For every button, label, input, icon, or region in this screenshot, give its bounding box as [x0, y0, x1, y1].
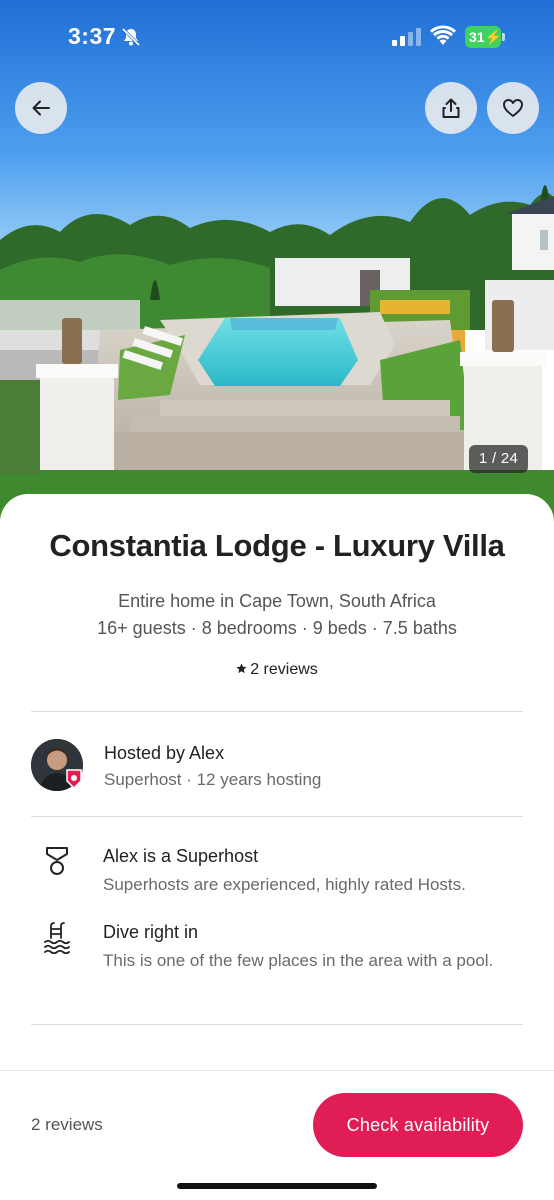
- share-icon: [442, 98, 460, 118]
- save-to-wishlist-button[interactable]: [487, 82, 539, 134]
- host-name: Hosted by Alex: [104, 743, 225, 763]
- highlight-title: Alex is a Superhost: [103, 846, 259, 866]
- footer-reviews-link[interactable]: 2 reviews: [31, 1115, 103, 1135]
- reviews-count: 2 reviews: [250, 661, 318, 678]
- booking-footer: 2 reviews Check availability: [0, 1070, 554, 1200]
- wifi-icon: [430, 25, 456, 45]
- battery-indicator: 31⚡: [465, 26, 505, 48]
- heart-icon: [503, 99, 523, 117]
- divider: [31, 1024, 523, 1025]
- share-button[interactable]: [425, 82, 477, 134]
- listing-capacity: 16+ guests · 8 bedrooms · 9 beds · 7.5 b…: [97, 618, 457, 638]
- host-meta: Superhost · 12 years hosting: [104, 770, 322, 789]
- photo-counter: 1 / 24: [469, 445, 528, 473]
- host-summary[interactable]: Hosted by Alex Superhost · 12 years host…: [31, 739, 523, 795]
- status-bar: 3:37 31⚡: [0, 0, 554, 72]
- bell-slash-icon: [121, 27, 141, 47]
- divider: [31, 816, 523, 817]
- cellular-signal-icon: [392, 28, 421, 46]
- highlight-text: This is one of the few places in the are…: [103, 951, 494, 970]
- battery-charging-icon: 31⚡: [465, 26, 502, 48]
- battery-tip: [502, 33, 505, 41]
- highlight-title: Dive right in: [103, 922, 199, 942]
- listing-location: Entire home in Cape Town, South Africa: [118, 591, 436, 611]
- home-indicator[interactable]: [177, 1183, 377, 1189]
- superhost-badge-icon: [66, 769, 82, 789]
- check-availability-button[interactable]: Check availability: [313, 1093, 523, 1157]
- back-arrow-icon: [32, 100, 50, 116]
- back-button[interactable]: [15, 82, 67, 134]
- pool-icon: [44, 922, 70, 954]
- listing-title: Constantia Lodge - Luxury Villa: [49, 528, 505, 563]
- superhost-medal-icon: [46, 847, 68, 875]
- reviews-link[interactable]: 2 reviews: [0, 661, 554, 679]
- star-icon: [236, 663, 247, 674]
- listing-photo[interactable]: 3:37 31⚡ 1 / 24: [0, 0, 554, 540]
- status-time: 3:37: [68, 23, 117, 49]
- highlight-text: Superhosts are experienced, highly rated…: [103, 875, 466, 894]
- divider: [31, 711, 523, 712]
- battery-level: 31: [469, 29, 485, 45]
